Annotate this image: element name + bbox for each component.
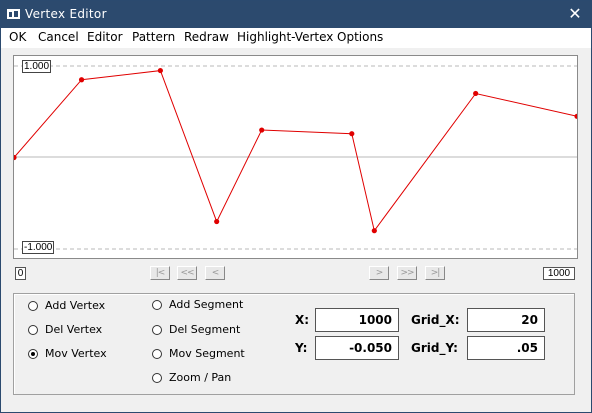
vertex-point[interactable] [473, 90, 479, 97]
menu-redraw[interactable]: Redraw [184, 30, 229, 44]
vertex-polyline [14, 70, 577, 232]
nav-next-button[interactable]: > [369, 266, 389, 280]
grid-x-field[interactable]: 20 [467, 308, 545, 332]
menu-highlight-vertex[interactable]: Highlight-Vertex [237, 30, 333, 44]
radio-indicator[interactable] [152, 324, 162, 335]
x-min-label: 0 [15, 267, 26, 280]
x-max-label: 1000 [543, 267, 575, 280]
radio-label: Zoom / Pan [169, 371, 232, 384]
radio-indicator[interactable] [152, 372, 162, 383]
radio-mov-vertex[interactable]: Mov Vertex [28, 347, 107, 360]
edit-mode-panel: Add Vertex Del Vertex Mov Vertex Add Seg… [13, 293, 575, 395]
nav-last-button[interactable]: >| [425, 266, 445, 280]
nav-prev-button[interactable]: < [205, 266, 225, 280]
graph-canvas[interactable]: 1.000 -1.000 [13, 55, 578, 259]
vertex-point[interactable] [349, 131, 355, 137]
vertex-editor-window: Vertex Editor ✕ OK Cancel Editor Pattern… [0, 0, 592, 413]
radio-indicator[interactable] [28, 348, 38, 359]
nav-next-page-button[interactable]: >> [397, 266, 417, 280]
y-value-field[interactable]: -0.050 [315, 336, 399, 360]
radio-indicator[interactable] [28, 300, 38, 311]
grid-x-label: Grid_X: [411, 313, 460, 327]
nav-prev-page-button[interactable]: << [177, 266, 197, 280]
grid-y-label: Grid_Y: [411, 341, 458, 355]
title-bar: Vertex Editor ✕ [1, 1, 591, 28]
vertex-point[interactable] [78, 77, 85, 83]
radio-label: Mov Vertex [45, 347, 107, 360]
radio-indicator[interactable] [152, 299, 162, 310]
radio-indicator[interactable] [152, 348, 162, 359]
nav-first-button[interactable]: |< [150, 266, 170, 280]
radio-label: Mov Segment [169, 347, 245, 360]
app-icon [7, 9, 20, 19]
menu-cancel[interactable]: Cancel [38, 30, 79, 44]
vertex-point[interactable] [574, 113, 577, 119]
radio-label: Add Segment [169, 298, 244, 311]
radio-mov-segment[interactable]: Mov Segment [152, 347, 245, 360]
menu-editor[interactable]: Editor [87, 30, 123, 44]
x-label: X: [295, 313, 310, 327]
radio-add-segment[interactable]: Add Segment [152, 298, 243, 311]
x-value-field[interactable]: 1000 [315, 308, 399, 332]
vertex-point[interactable] [157, 67, 163, 74]
graph-svg[interactable] [14, 56, 577, 258]
menu-ok[interactable]: OK [9, 30, 26, 44]
y-max-label: 1.000 [22, 60, 52, 73]
grid-y-field[interactable]: .05 [467, 336, 545, 360]
radio-label: Add Vertex [45, 299, 106, 312]
vertex-point[interactable] [371, 228, 377, 234]
y-label: Y: [295, 341, 308, 355]
vertex-point[interactable] [214, 218, 220, 225]
menu-options[interactable]: Options [337, 30, 383, 44]
menu-bar: OK Cancel Editor Pattern Redraw Highligh… [1, 28, 591, 48]
vertex-point[interactable] [259, 127, 265, 133]
radio-del-segment[interactable]: Del Segment [152, 323, 240, 336]
radio-label: Del Vertex [45, 323, 103, 336]
window-title: Vertex Editor [25, 7, 107, 21]
radio-zoom-pan[interactable]: Zoom / Pan [152, 371, 231, 384]
menu-pattern[interactable]: Pattern [132, 30, 175, 44]
close-button[interactable]: ✕ [559, 1, 591, 28]
radio-del-vertex[interactable]: Del Vertex [28, 323, 102, 336]
radio-add-vertex[interactable]: Add Vertex [28, 299, 105, 312]
radio-indicator[interactable] [28, 324, 38, 335]
vertex-points [14, 67, 577, 234]
y-min-label: -1.000 [22, 241, 55, 254]
radio-label: Del Segment [169, 323, 241, 336]
